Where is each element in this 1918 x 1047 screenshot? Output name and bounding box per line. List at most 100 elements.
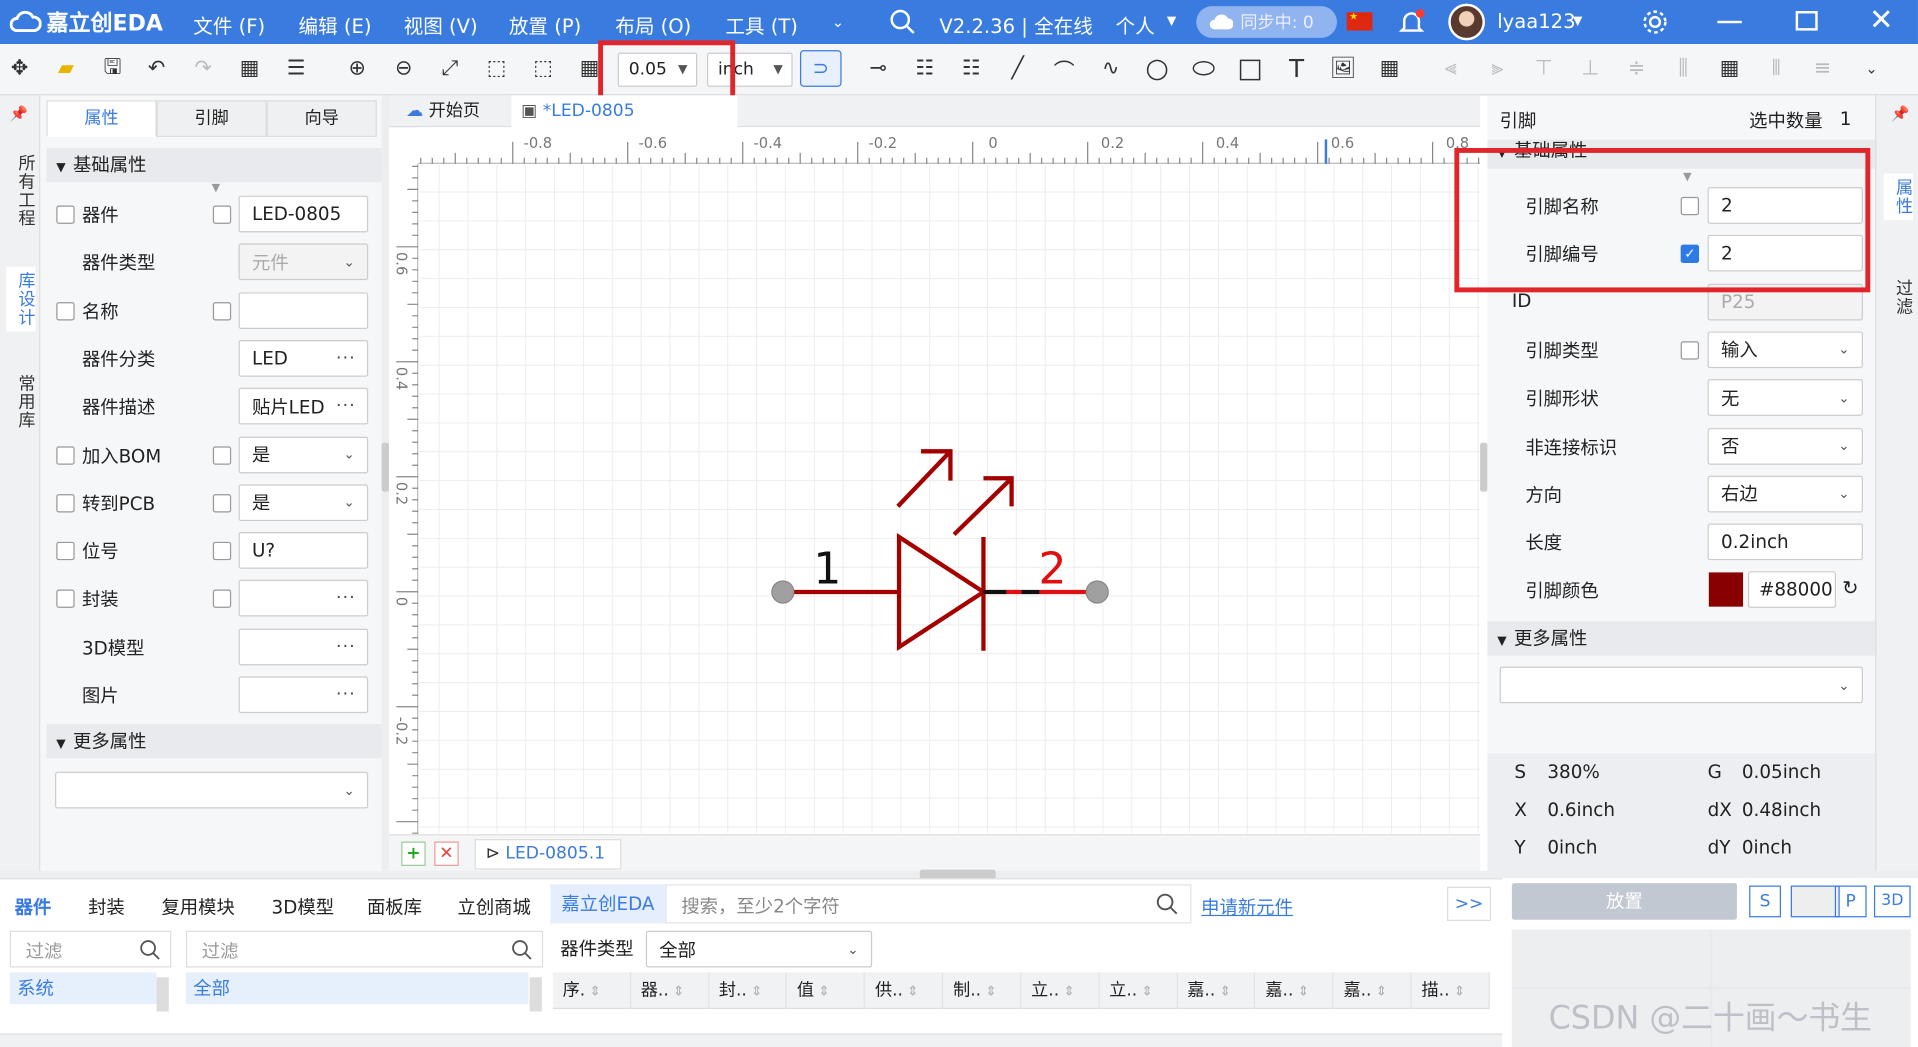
filter-input-2[interactable]: 过滤 — [185, 930, 544, 968]
menu-layout[interactable]: 布局 (O) — [615, 10, 691, 39]
zoom-selection-icon[interactable]: ⬚ — [528, 54, 557, 83]
tree-item-all[interactable]: 全部 — [185, 972, 529, 1005]
sort-icon[interactable]: ⇕ — [1137, 983, 1153, 999]
pin-panel-icon[interactable]: 📌 — [1891, 105, 1909, 122]
show-checkbox[interactable] — [212, 590, 232, 609]
lib-tab-3d-models[interactable]: 3D模型 — [272, 894, 335, 920]
row-checkbox[interactable] — [56, 205, 75, 224]
property-field[interactable]: U? — [238, 532, 369, 569]
column-header[interactable]: 立.. ⇕ — [1021, 972, 1100, 1010]
lib-tab-lcsc-mall[interactable]: 立创商城 — [457, 894, 530, 920]
align-right-icon[interactable]: ⫸ — [1483, 54, 1512, 83]
sort-icon[interactable]: ⇕ — [1059, 983, 1074, 999]
rail-tab-filter[interactable]: 过滤 — [1884, 279, 1914, 316]
personal-menu[interactable]: 个人 — [1116, 10, 1155, 39]
table-tool-icon[interactable]: ▦ — [1375, 54, 1404, 83]
grid-view-icon[interactable]: ▦ — [235, 54, 264, 83]
sync-status[interactable]: 同步中: 0 — [1196, 6, 1337, 38]
lib-tab-reuse-blocks[interactable]: 复用模块 — [161, 894, 234, 920]
tab-led-0805[interactable]: ▣ *LED-0805 — [511, 95, 738, 128]
pin-property-checkbox[interactable] — [1680, 341, 1700, 360]
column-header[interactable]: 嘉.. ⇕ — [1178, 972, 1256, 1010]
led-symbol[interactable]: 1 2 — [420, 165, 1481, 833]
pin-tool-icon[interactable]: ⊸ — [864, 54, 893, 83]
search-icon[interactable] — [1156, 893, 1178, 915]
filter-input-1[interactable]: 过滤 — [9, 930, 172, 968]
show-checkbox[interactable] — [212, 301, 232, 320]
place-button[interactable]: 放置 — [1511, 883, 1737, 920]
property-field[interactable]: ··· — [238, 580, 369, 617]
column-header[interactable]: 器.. ⇕ — [631, 972, 710, 1010]
diode-triangle[interactable] — [896, 532, 988, 651]
arc-tool-icon[interactable]: ⌒ — [1050, 54, 1079, 83]
pin2-endpoint[interactable] — [1085, 580, 1109, 604]
pin-property-field[interactable]: 输入 ⌄ — [1707, 331, 1863, 369]
align-center-v-icon[interactable]: ≑ — [1622, 54, 1651, 83]
property-field[interactable] — [238, 291, 369, 329]
align-center-h-icon[interactable]: ⫼ — [1668, 54, 1697, 83]
refresh-color-icon[interactable]: ↻ — [1842, 577, 1858, 600]
row-checkbox[interactable] — [56, 590, 75, 609]
column-header[interactable]: 封.. ⇕ — [709, 972, 788, 1010]
column-header[interactable]: 供.. ⇕ — [865, 972, 944, 1010]
fit-view-icon[interactable]: ⤢ — [435, 54, 464, 83]
gear-icon[interactable] — [1642, 9, 1669, 36]
tab-properties[interactable]: 属性 — [46, 100, 157, 137]
property-field[interactable]: 是 ⌄ — [238, 484, 369, 521]
china-flag-icon[interactable]: ★ — [1346, 11, 1373, 31]
select-cross-icon[interactable]: ✥ — [5, 54, 34, 83]
show-checkbox[interactable] — [212, 493, 232, 513]
column-header[interactable]: 嘉.. ⇕ — [1256, 972, 1334, 1010]
property-field[interactable]: 贴片LED ··· — [238, 387, 369, 425]
search-icon[interactable] — [889, 9, 916, 36]
add-sheet-icon[interactable]: + — [401, 841, 426, 866]
save-icon[interactable]: 🖫 — [98, 54, 127, 83]
pin-property-field[interactable]: 右边 ⌄ — [1707, 475, 1863, 513]
sheet-tab[interactable]: ⊳ LED-0805.1 — [474, 839, 622, 870]
sort-icon[interactable]: ⇕ — [669, 983, 684, 999]
undo-icon[interactable]: ↶ — [142, 54, 171, 83]
tab-home[interactable]: ☁ 开始页 — [396, 95, 512, 127]
row-checkbox[interactable] — [56, 445, 75, 465]
column-header[interactable]: 嘉.. ⇕ — [1334, 972, 1412, 1010]
left-collapse-handle[interactable] — [381, 442, 389, 492]
zoom-out-icon[interactable]: ⊖ — [389, 54, 418, 83]
menu-place[interactable]: 放置 (P) — [509, 10, 581, 39]
restore-icon[interactable] — [1795, 11, 1818, 31]
pin-property-field[interactable]: 无 ⌄ — [1707, 379, 1863, 417]
section-more-properties[interactable]: ▼ 更多属性 — [1487, 621, 1876, 656]
tab-pins[interactable]: 引脚 — [156, 100, 267, 137]
rail-tab-library-design[interactable]: 库设计 — [6, 266, 36, 332]
menu-view[interactable]: 视图 (V) — [404, 10, 478, 39]
minimize-icon[interactable] — [1717, 20, 1742, 24]
lib-tab-footprints[interactable]: 封装 — [88, 894, 125, 920]
pin-color-input[interactable]: #88000 — [1747, 571, 1837, 609]
menu-edit[interactable]: 编辑 (E) — [298, 10, 371, 39]
redo-icon[interactable]: ↷ — [188, 54, 217, 83]
column-header[interactable]: 立.. ⇕ — [1099, 972, 1178, 1010]
text-tool-icon[interactable]: T — [1282, 54, 1311, 83]
property-field[interactable]: LED ··· — [238, 339, 369, 377]
lib-tab-panel-library[interactable]: 面板库 — [367, 894, 422, 920]
right-collapse-handle[interactable] — [1480, 442, 1488, 492]
property-field[interactable]: 是 ⌄ — [238, 436, 369, 473]
more-properties-select[interactable]: ⌄ — [55, 771, 369, 809]
zoom-in-icon[interactable]: ⊕ — [342, 54, 371, 83]
sort-icon[interactable]: ⇕ — [814, 983, 829, 999]
rail-tab-all-projects[interactable]: 所有工程 — [6, 154, 36, 227]
pin-property-field[interactable]: 0.2inch — [1707, 523, 1863, 561]
more-properties-select[interactable]: ⌄ — [1499, 666, 1863, 704]
column-header[interactable]: 描.. ⇕ — [1412, 972, 1490, 1010]
rail-tab-common-library[interactable]: 常用库 — [6, 374, 36, 429]
align-bottom-icon[interactable]: ⊥ — [1575, 54, 1604, 83]
menu-more-chevron-icon[interactable]: ⌄ — [832, 13, 844, 30]
sort-icon[interactable]: ⇕ — [1215, 983, 1231, 999]
close-icon[interactable]: ✕ — [1869, 2, 1894, 36]
property-field[interactable]: ··· — [238, 628, 369, 665]
show-checkbox[interactable] — [212, 541, 232, 561]
pin-property-field[interactable]: 否 ⌄ — [1707, 427, 1863, 465]
bezier-tool-icon[interactable]: ∿ — [1096, 54, 1125, 83]
sort-icon[interactable]: ⇕ — [1371, 983, 1387, 999]
username[interactable]: lyaa123 — [1497, 10, 1575, 33]
pin-color-swatch[interactable] — [1708, 572, 1744, 608]
